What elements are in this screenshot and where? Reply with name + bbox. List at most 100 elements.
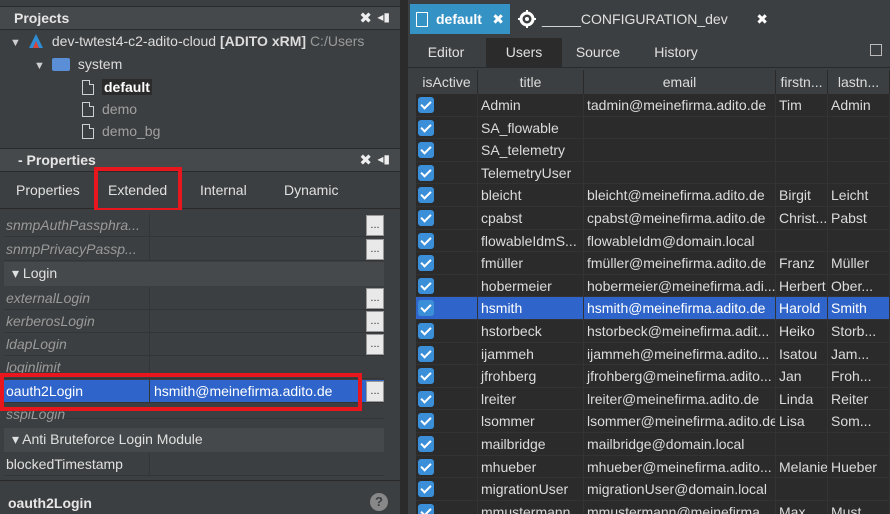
property-value[interactable]: [149, 214, 364, 237]
isactive-checkbox[interactable]: [418, 277, 434, 294]
table-row[interactable]: SA_telemetry: [416, 139, 890, 162]
tab-properties[interactable]: Properties: [16, 182, 80, 198]
isactive-checkbox[interactable]: [418, 142, 434, 159]
table-row[interactable]: lreiter lreiter@meinefirma.adito.de Linda R…: [416, 387, 890, 411]
close-icon[interactable]: ✖: [756, 4, 768, 34]
ellipsis-button[interactable]: ...: [366, 239, 384, 260]
tab-history[interactable]: History: [642, 38, 710, 68]
cell-lastname: [828, 161, 890, 185]
table-row[interactable]: SA_flowable: [416, 116, 890, 140]
property-value[interactable]: [149, 238, 364, 261]
property-row[interactable]: snmpPrivacyPassp... ...: [4, 238, 384, 261]
property-row[interactable]: snmpAuthPassphra... ...: [4, 214, 384, 237]
isactive-checkbox[interactable]: [418, 436, 434, 452]
isactive-checkbox[interactable]: [418, 368, 434, 385]
table-row[interactable]: jfrohberg jfrohberg@meinefirma.adito... Ja…: [416, 365, 890, 388]
table-row[interactable]: hsmith hsmith@meinefirma.adito.de Harold Sm…: [416, 297, 890, 320]
ellipsis-button[interactable]: ...: [366, 334, 384, 355]
property-row[interactable]: externalLogin ...: [4, 287, 384, 310]
properties-close-icon[interactable]: ✖: [359, 151, 372, 169]
column-header-isactive[interactable]: isActive: [416, 70, 478, 94]
tree-item-project-type: [ADITO xRM]: [219, 33, 307, 49]
isactive-checkbox[interactable]: [418, 323, 434, 339]
table-row[interactable]: mhueber mhueber@meinefirma.adito... Melani…: [416, 455, 890, 479]
projects-minimize-icon[interactable]: ◂▮: [377, 10, 390, 24]
table-row[interactable]: TelemetryUser: [416, 161, 890, 185]
isactive-checkbox[interactable]: [418, 503, 434, 514]
ellipsis-button[interactable]: ...: [366, 288, 384, 309]
table-row[interactable]: migrationUser migrationUser@domain.local: [416, 478, 890, 501]
column-header-firstname[interactable]: firstn...: [776, 70, 828, 94]
property-value[interactable]: [149, 310, 364, 333]
doc-tab-configuration[interactable]: _____CONFIGURATION_dev ✖: [512, 4, 772, 34]
property-row[interactable]: kerberosLogin ...: [4, 310, 384, 333]
isactive-checkbox[interactable]: [418, 97, 434, 113]
table-row[interactable]: bleicht bleicht@meinefirma.adito.de Birgit…: [416, 184, 890, 207]
tree-item-project[interactable]: ▼ dev-twtest4-c2-adito-cloud [ADITO xRM]…: [10, 30, 364, 52]
isactive-checkbox[interactable]: [418, 232, 434, 249]
property-value[interactable]: [149, 453, 364, 476]
tree-item-demo-bg[interactable]: demo_bg: [82, 120, 160, 142]
tab-dynamic[interactable]: Dynamic: [284, 182, 338, 198]
cell-firstname: Max: [776, 500, 828, 514]
chevron-down-icon[interactable]: ▼: [34, 55, 48, 77]
tab-internal[interactable]: Internal: [200, 182, 247, 198]
tab-users[interactable]: Users: [486, 38, 562, 68]
isactive-checkbox[interactable]: [418, 300, 434, 317]
cell-lastname: [828, 478, 890, 501]
property-group-login[interactable]: ▾ Login: [4, 262, 384, 286]
property-value[interactable]: [149, 333, 364, 356]
property-row[interactable]: blockedTimestamp: [4, 453, 384, 476]
table-row[interactable]: ijammeh ijammeh@meinefirma.adito... Isatou…: [416, 342, 890, 366]
properties-minimize-icon[interactable]: ◂▮: [377, 152, 390, 166]
ellipsis-button[interactable]: ...: [366, 311, 384, 332]
isactive-checkbox[interactable]: [418, 481, 434, 498]
table-row[interactable]: Admin tadmin@meinefirma.adito.de Tim Admin: [416, 94, 890, 117]
cell-lastname: Hueber: [828, 455, 890, 479]
isactive-checkbox[interactable]: [418, 210, 434, 226]
isactive-checkbox[interactable]: [418, 413, 434, 430]
property-value[interactable]: [149, 287, 364, 310]
ellipsis-button[interactable]: ...: [366, 381, 384, 402]
doc-tab-default[interactable]: default ✖: [410, 4, 510, 34]
table-row[interactable]: mmustermann mmustermann@meinefirma... Max M…: [416, 500, 890, 514]
close-icon[interactable]: ✖: [492, 4, 504, 34]
tab-source[interactable]: Source: [564, 38, 632, 68]
isactive-checkbox[interactable]: [418, 458, 434, 475]
maximize-icon[interactable]: [870, 44, 882, 56]
cell-isactive: [416, 116, 478, 140]
tree-item-demo[interactable]: demo: [82, 98, 137, 120]
tree-item-system[interactable]: ▼ system: [34, 53, 122, 75]
projects-close-icon[interactable]: ✖: [359, 9, 372, 27]
isactive-checkbox[interactable]: [418, 255, 434, 272]
table-row[interactable]: lsommer lsommer@meinefirma.adito.de Lisa So…: [416, 410, 890, 433]
column-header-email[interactable]: email: [584, 70, 776, 94]
table-row[interactable]: cpabst cpabst@meinefirma.adito.de Christ..…: [416, 207, 890, 230]
isactive-checkbox[interactable]: [418, 390, 434, 407]
isactive-checkbox[interactable]: [418, 164, 434, 181]
cell-isactive: [416, 433, 478, 456]
column-header-lastname[interactable]: lastn...: [828, 70, 890, 94]
table-row[interactable]: mailbridge mailbridge@domain.local: [416, 433, 890, 456]
isactive-checkbox[interactable]: [418, 119, 434, 136]
isactive-checkbox[interactable]: [418, 345, 434, 362]
tab-editor[interactable]: Editor: [408, 38, 484, 68]
table-row[interactable]: hstorbeck hstorbeck@meinefirma.adit... Hei…: [416, 320, 890, 343]
document-icon: [416, 12, 428, 27]
chevron-down-icon[interactable]: ▼: [10, 32, 24, 54]
help-icon[interactable]: ?: [370, 493, 388, 511]
table-row[interactable]: fmüller fmüller@meinefirma.adito.de Franz M…: [416, 252, 890, 275]
tree-item-system-label: system: [77, 56, 123, 72]
tree-item-default[interactable]: default: [82, 76, 152, 98]
table-row[interactable]: flowableIdmS... flowableIdm@domain.local: [416, 229, 890, 253]
property-group-bruteforce[interactable]: ▾ Anti Bruteforce Login Module: [4, 428, 384, 452]
ellipsis-button[interactable]: ...: [366, 215, 384, 236]
users-table: isActive title email firstn... lastn... …: [416, 70, 890, 514]
isactive-checkbox[interactable]: [418, 187, 434, 204]
cell-title: lreiter: [478, 387, 584, 411]
column-header-title[interactable]: title: [478, 70, 584, 94]
table-row[interactable]: hobermeier hobermeier@meinefirma.adi... He…: [416, 274, 890, 298]
tree-item-project-label: dev-twtest4-c2-adito-cloud: [51, 33, 217, 49]
property-row[interactable]: ldapLogin ...: [4, 333, 384, 356]
property-name: snmpAuthPassphra...: [6, 217, 140, 233]
